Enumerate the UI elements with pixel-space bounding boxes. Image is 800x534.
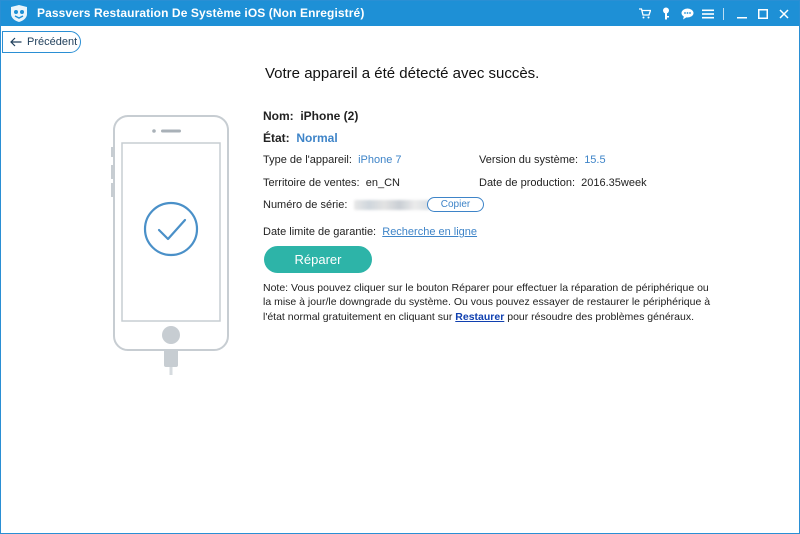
device-type-label: Type de l'appareil: xyxy=(263,154,352,166)
warranty-label: Date limite de garantie: xyxy=(263,226,377,238)
cart-icon[interactable] xyxy=(636,5,654,23)
production-date-row: Date de production: 2016.35week xyxy=(479,177,647,189)
key-icon[interactable] xyxy=(657,5,675,23)
warranty-row: Date limite de garantie: Recherche en li… xyxy=(263,226,477,238)
close-icon[interactable] xyxy=(775,5,793,23)
production-date-value: 2016.35week xyxy=(581,177,647,189)
menu-icon[interactable] xyxy=(699,5,717,23)
back-button-label: Précédent xyxy=(27,36,78,48)
system-version-value: 15.5 xyxy=(584,154,606,166)
note-suffix: pour résoudre des problèmes généraux. xyxy=(504,310,695,323)
restore-link[interactable]: Restaurer xyxy=(455,311,504,323)
device-type-row: Type de l'appareil: iPhone 7 xyxy=(263,154,402,166)
device-type-value: iPhone 7 xyxy=(358,154,402,166)
app-logo-icon xyxy=(11,5,27,22)
device-name-row: Nom: iPhone (2) xyxy=(263,109,358,123)
device-state-row: État: Normal xyxy=(263,131,338,145)
device-state-label: État: xyxy=(263,131,290,145)
production-date-label: Date de production: xyxy=(479,177,576,189)
title-bar: Passvers Restauration De Système iOS (No… xyxy=(1,1,799,26)
serial-value-obscured xyxy=(354,200,431,211)
page-title: Votre appareil a été détecté avec succès… xyxy=(265,65,540,82)
serial-label: Numéro de série: xyxy=(263,199,348,211)
territory-row: Territoire de ventes: en_CN xyxy=(263,177,400,189)
titlebar-separator xyxy=(723,7,724,20)
note-text: Note: Vous pouvez cliquer sur le bouton … xyxy=(263,281,713,324)
app-window: Passvers Restauration De Système iOS (No… xyxy=(0,0,800,534)
territory-label: Territoire de ventes: xyxy=(263,177,360,189)
device-state-value: Normal xyxy=(296,131,338,145)
territory-value: en_CN xyxy=(365,177,400,189)
minimize-icon[interactable] xyxy=(733,5,751,23)
serial-row: Numéro de série: xyxy=(263,199,431,211)
repair-button[interactable]: Réparer xyxy=(264,246,372,273)
system-version-row: Version du système: 15.5 xyxy=(479,154,606,166)
device-name-label: Nom: xyxy=(263,109,294,123)
window-controls xyxy=(633,1,793,26)
window-title: Passvers Restauration De Système iOS (No… xyxy=(37,6,365,20)
chat-icon[interactable] xyxy=(678,5,696,23)
warranty-lookup-link[interactable]: Recherche en ligne xyxy=(382,226,477,238)
arrow-left-icon xyxy=(10,37,22,47)
back-button[interactable]: Précédent xyxy=(2,31,81,53)
system-version-label: Version du système: xyxy=(479,154,579,166)
iphone-illustration xyxy=(111,115,229,375)
copy-button[interactable]: Copier xyxy=(427,197,484,212)
device-name-value: iPhone (2) xyxy=(300,109,359,123)
maximize-icon[interactable] xyxy=(754,5,772,23)
